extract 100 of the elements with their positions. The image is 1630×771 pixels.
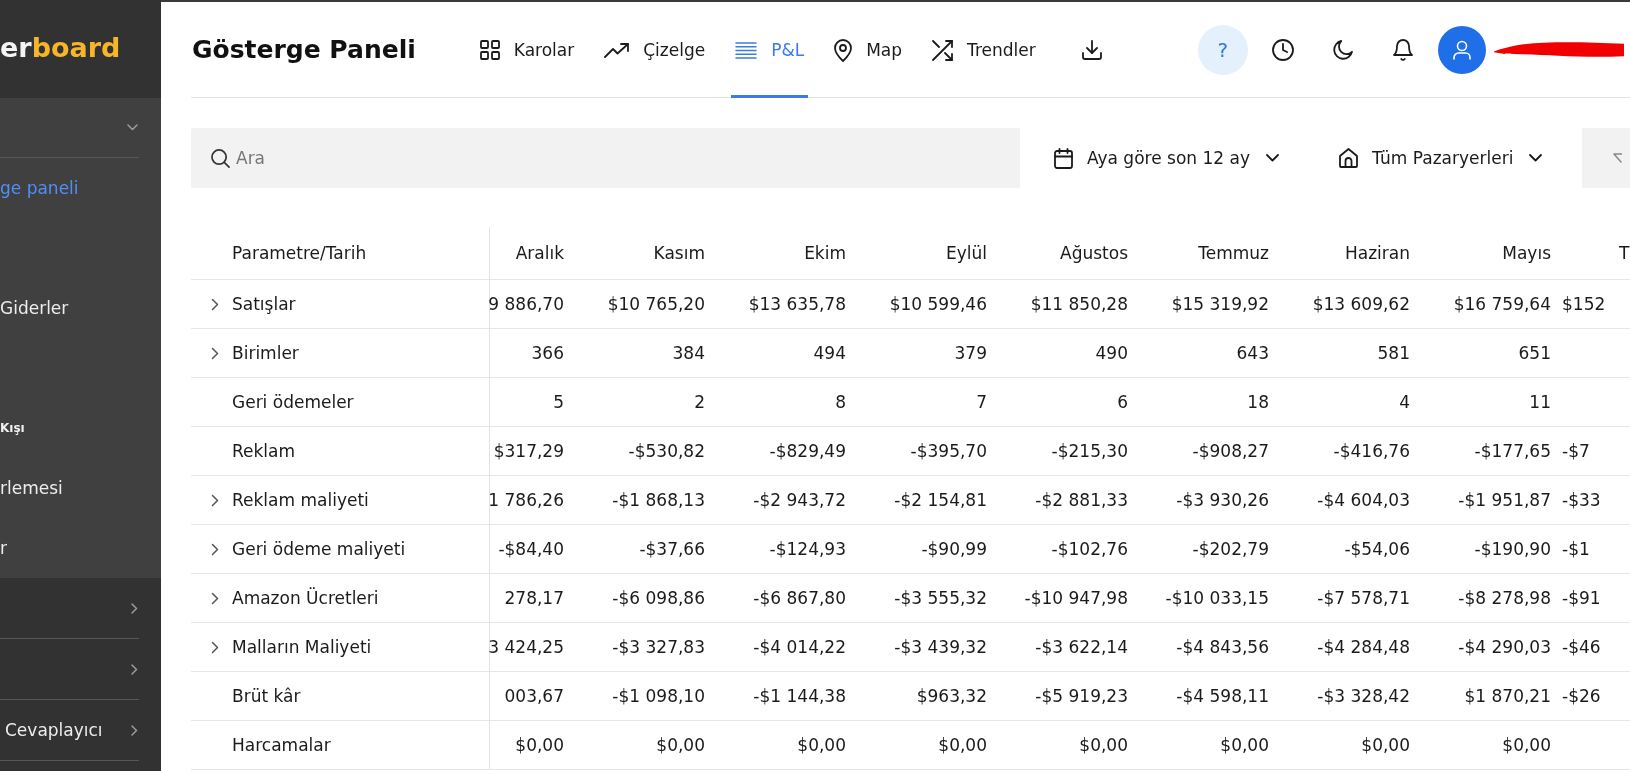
table-cell: -$202,79 (1192, 539, 1269, 559)
trend-line-icon (604, 42, 630, 58)
table-cell: -$1 144,38 (753, 686, 846, 706)
table-cell: -$4 604,03 (1317, 490, 1410, 510)
nav-tab[interactable]: Map (830, 2, 907, 98)
logo: erboard (0, 31, 121, 65)
table-cell: -$215,30 (1051, 441, 1128, 461)
user-icon (1452, 39, 1471, 60)
table-cell: $0,00 (797, 735, 846, 755)
column-header: Mayıs (1502, 243, 1551, 263)
table-cell: -$10 033,15 (1165, 588, 1269, 608)
table-cell: -$6 867,80 (753, 588, 846, 608)
table-cell: -$3 328,42 (1317, 686, 1410, 706)
table-cell: $0,00 (938, 735, 987, 755)
bell-icon (1392, 38, 1413, 61)
marketplace-dropdown[interactable]: Tüm Pazaryerleri (1339, 136, 1543, 180)
chevron-down-icon (1529, 154, 1543, 162)
table-cell: -$3 439,32 (894, 637, 987, 657)
help-button[interactable]: ? (1197, 24, 1248, 75)
table-cell: -$102,76 (1051, 539, 1128, 559)
table-cell: -$3 327,83 (612, 637, 705, 657)
column-header: Aralık (515, 243, 564, 263)
calendar-icon (1054, 147, 1073, 169)
column-header: Temmuz (1198, 243, 1269, 263)
table-cell: $0,00 (1361, 735, 1410, 755)
table-cell: 278,17 (504, 588, 564, 608)
download-icon (1081, 39, 1102, 60)
table-cell: -$3 930,26 (1176, 490, 1269, 510)
sidebar-item[interactable]: rlemesi (0, 478, 63, 498)
table-cell: -$6 098,86 (612, 588, 705, 608)
table-cell: -$8 278,98 (1458, 588, 1551, 608)
table-cell: 11 (1529, 392, 1551, 412)
table-cell: -$908,27 (1192, 441, 1269, 461)
table-cell: $13 635,78 (748, 294, 846, 314)
table-cell: $152 (1562, 294, 1606, 314)
table-cell: -$2 881,33 (1035, 490, 1128, 510)
table-cell: -$84,40 (498, 539, 564, 559)
table-cell: $16 759,64 (1453, 294, 1551, 314)
table-cell: -$829,49 (769, 441, 846, 461)
search-field[interactable]: Ara (191, 128, 1020, 188)
table-cell: 1 786,26 (488, 490, 564, 510)
row-label: Harcamalar (232, 735, 331, 755)
table-cell: 003,67 (504, 686, 564, 706)
table-cell: 643 (1236, 343, 1269, 363)
table-cell: -$54,06 (1344, 539, 1410, 559)
table-cell: -$177,65 (1474, 441, 1551, 461)
search-icon (211, 149, 230, 168)
table-cell: 3 424,25 (488, 637, 564, 657)
table-cell: 4 (1399, 392, 1410, 412)
column-header: Ağustos (1060, 243, 1128, 263)
nav-tab[interactable]: Karolar (475, 2, 579, 98)
table-cell: -$4 598,11 (1176, 686, 1269, 706)
table-cell: -$4 284,48 (1317, 637, 1410, 657)
nav-tab[interactable]: P&L (731, 2, 809, 98)
table-cell: -$1 868,13 (612, 490, 705, 510)
date-range-dropdown[interactable]: Aya göre son 12 ay (1054, 136, 1279, 180)
shuffle-icon (932, 39, 954, 61)
table-cell: $13 609,62 (1312, 294, 1410, 314)
nav-tab[interactable]: Çizelge (600, 2, 710, 98)
table-cell: -$5 919,23 (1035, 686, 1128, 706)
table-cell: -$37,66 (639, 539, 705, 559)
table-cell: 581 (1377, 343, 1410, 363)
chevron-down-icon (1266, 154, 1279, 162)
column-header: Parametre/Tarih (232, 243, 367, 263)
table-cell: -$4 014,22 (753, 637, 846, 657)
grid-icon (479, 40, 500, 60)
sidebar-item[interactable]: Giderler (0, 298, 69, 318)
table-cell: 18 (1247, 392, 1269, 412)
row-label: Birimler (232, 343, 299, 363)
table-cell: 494 (813, 343, 846, 363)
column-header: T (1619, 243, 1630, 263)
table-cell: -$3 555,32 (894, 588, 987, 608)
row-label: Reklam (232, 441, 296, 461)
table-cell: 6 (1117, 392, 1128, 412)
table-cell: $963,32 (916, 686, 987, 706)
table-cell: 8 (835, 392, 846, 412)
sidebar-section-label: Kışı (0, 421, 25, 435)
sidebar-item[interactable]: r (0, 538, 7, 558)
table-cell: -$3 622,14 (1035, 637, 1128, 657)
table-cell: $10 765,20 (607, 294, 705, 314)
sidebar-item[interactable]: Cevaplayıcı (0, 720, 103, 740)
table-cell: -$2 943,72 (753, 490, 846, 510)
row-label: Geri ödeme maliyeti (232, 539, 406, 559)
table-cell: -$1 098,10 (612, 686, 705, 706)
row-label: Satışlar (232, 294, 296, 314)
table-cell: $0,00 (1079, 735, 1128, 755)
column-header: Eylül (945, 243, 987, 263)
table-cell: $1 870,21 (1464, 686, 1551, 706)
table-cell: 366 (531, 343, 564, 363)
table-cell: 5 (553, 392, 564, 412)
table-cell: -$190,90 (1474, 539, 1551, 559)
table-cell: -$1 951,87 (1458, 490, 1551, 510)
table-cell: $10 599,46 (889, 294, 987, 314)
clock-icon (1271, 38, 1294, 61)
table-cell: $0,00 (1502, 735, 1551, 755)
table-cell: 2 (694, 392, 705, 412)
list-lines-icon (735, 41, 758, 59)
table-cell: -$91 (1562, 588, 1601, 608)
table-cell: -$530,82 (628, 441, 705, 461)
nav-tab[interactable]: Trendler (928, 2, 1040, 98)
